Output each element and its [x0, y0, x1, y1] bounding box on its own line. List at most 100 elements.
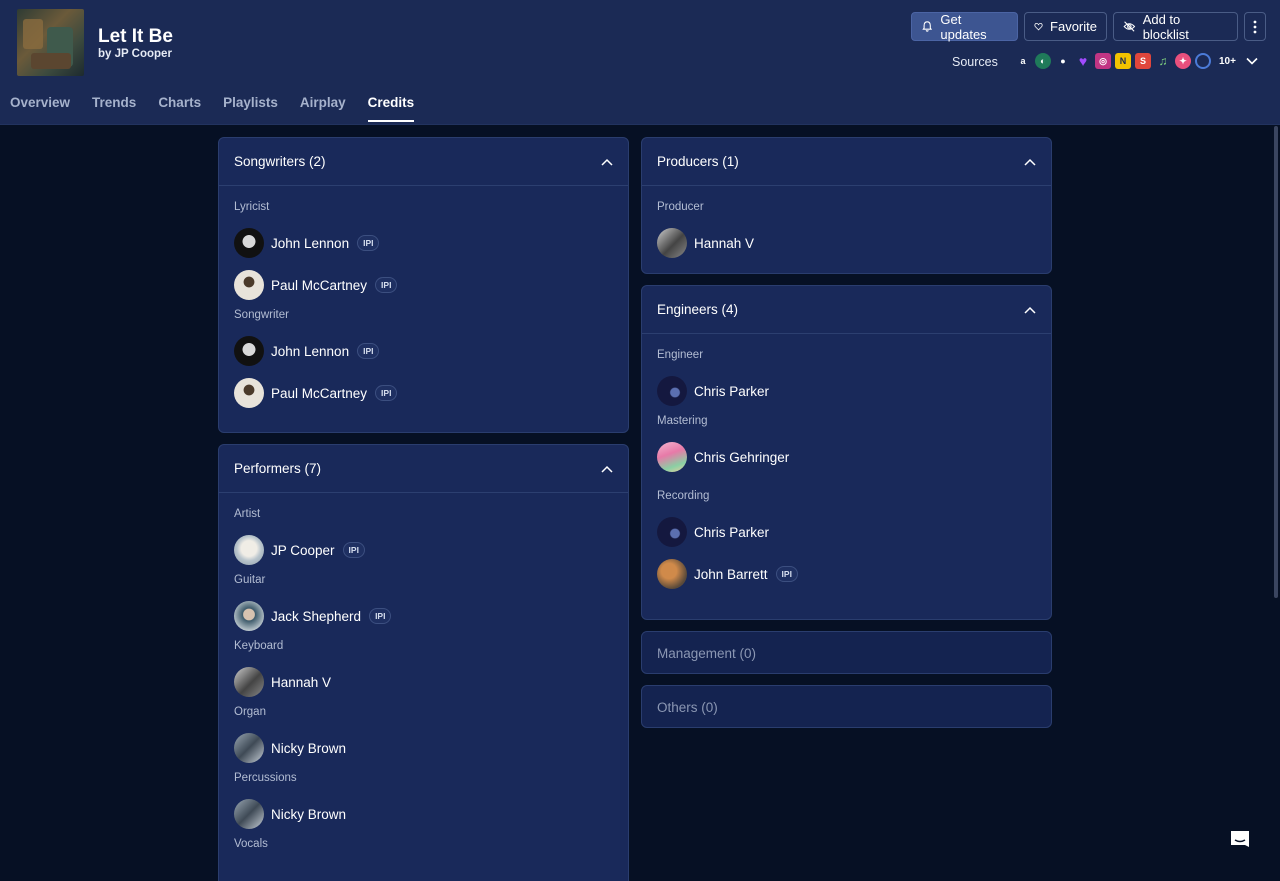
credit-person[interactable]: John Barrett IPI [657, 556, 1036, 592]
apple-music-icon[interactable]: ♫ [1155, 53, 1171, 69]
credit-person[interactable]: Chris Parker [657, 373, 1036, 409]
page-scrollbar[interactable] [1274, 126, 1278, 598]
avatar [657, 559, 687, 589]
producers-header[interactable]: Producers (1) [642, 138, 1051, 186]
songwriters-header[interactable]: Songwriters (2) [219, 138, 628, 186]
ipi-badge[interactable]: IPI [357, 235, 380, 251]
person-name[interactable]: John Lennon [271, 236, 349, 251]
person-name[interactable]: Paul McCartney [271, 278, 367, 293]
person-name[interactable]: John Lennon [271, 344, 349, 359]
role-label: Guitar [234, 574, 266, 586]
anghami-icon[interactable]: ◐ [1035, 53, 1051, 69]
person-name[interactable]: Hannah V [694, 236, 754, 251]
person-name[interactable]: Nicky Brown [271, 807, 346, 822]
tab-bar: Overview Trends Charts Playlists Airplay… [10, 95, 415, 122]
avatar [657, 442, 687, 472]
pandora-icon[interactable] [1195, 53, 1211, 69]
credit-person[interactable]: Nicky Brown [234, 730, 613, 766]
ipi-badge[interactable]: IPI [369, 608, 392, 624]
role-label: Songwriter [234, 309, 289, 321]
song-artist: by JP Cooper [98, 48, 172, 60]
ipi-badge[interactable]: IPI [775, 566, 798, 582]
producers-title: Producers (1) [657, 154, 739, 169]
ipi-badge[interactable]: IPI [357, 343, 380, 359]
chevron-down-icon[interactable] [1245, 55, 1259, 67]
engineers-title: Engineers (4) [657, 302, 739, 317]
person-name[interactable]: Hannah V [271, 675, 331, 690]
more-options-button[interactable] [1244, 12, 1266, 41]
credit-person[interactable]: Chris Gehringer [657, 439, 1036, 475]
credit-person[interactable]: Nicky Brown [234, 796, 613, 832]
role-label: Recording [657, 490, 710, 502]
avatar [234, 228, 264, 258]
credit-person[interactable]: John Lennon IPI [234, 225, 613, 261]
chevron-up-icon[interactable] [601, 465, 613, 473]
bell-icon [922, 21, 933, 32]
songwriters-card: Songwriters (2) Lyricist John Lennon IPI… [218, 137, 629, 433]
credit-person[interactable]: JP Cooper IPI [234, 532, 613, 568]
management-card[interactable]: Management (0) [641, 631, 1052, 674]
heart-icon [1034, 23, 1043, 31]
engineers-header[interactable]: Engineers (4) [642, 286, 1051, 334]
chevron-up-icon[interactable] [1024, 306, 1036, 314]
napster-icon[interactable]: N [1115, 53, 1131, 69]
management-header[interactable]: Management (0) [642, 632, 1051, 673]
tab-playlists[interactable]: Playlists [223, 95, 278, 122]
apple-icon[interactable]: ● [1055, 53, 1071, 69]
person-name[interactable]: Chris Parker [694, 384, 769, 399]
person-name[interactable]: JP Cooper [271, 543, 335, 558]
person-name[interactable]: Jack Shepherd [271, 609, 361, 624]
tab-credits[interactable]: Credits [367, 95, 415, 122]
credit-person[interactable]: John Lennon IPI [234, 333, 613, 369]
person-name[interactable]: Nicky Brown [271, 741, 346, 756]
credit-person[interactable]: Chris Parker [657, 514, 1036, 550]
tab-charts[interactable]: Charts [158, 95, 201, 122]
performers-card: Performers (7) Artist JP Cooper IPI Guit… [218, 444, 629, 881]
others-header[interactable]: Others (0) [642, 686, 1051, 727]
avatar [234, 733, 264, 763]
credit-person[interactable]: Jack Shepherd IPI [234, 598, 613, 634]
ipi-badge[interactable]: IPI [375, 385, 398, 401]
role-label: Engineer [657, 349, 704, 361]
tab-overview[interactable]: Overview [10, 95, 70, 122]
avatar [234, 667, 264, 697]
management-title: Management (0) [657, 645, 757, 661]
avatar [657, 228, 687, 258]
credit-person[interactable]: Hannah V [234, 664, 613, 700]
chevron-up-icon[interactable] [601, 158, 613, 166]
avatar [234, 799, 264, 829]
others-title: Others (0) [657, 699, 718, 715]
chat-icon[interactable] [1228, 828, 1252, 852]
shazam-icon[interactable]: S [1135, 53, 1151, 69]
person-name[interactable]: Chris Parker [694, 525, 769, 540]
performers-header[interactable]: Performers (7) [219, 445, 628, 493]
get-updates-label: Get updates [940, 11, 987, 42]
credit-person[interactable]: Paul McCartney IPI [234, 375, 613, 411]
favorite-label: Favorite [1050, 19, 1097, 34]
role-label: Artist [234, 508, 261, 520]
tab-trends[interactable]: Trends [92, 95, 136, 122]
deezer-icon[interactable]: ♥ [1075, 53, 1091, 69]
kebab-menu-icon [1253, 20, 1257, 33]
person-name[interactable]: John Barrett [694, 567, 768, 582]
ipi-badge[interactable]: IPI [375, 277, 398, 293]
credit-person[interactable]: Hannah V [657, 225, 1036, 261]
get-updates-button[interactable]: Get updates [911, 11, 1018, 42]
role-label: Percussions [234, 772, 297, 784]
ipi-badge[interactable]: IPI [342, 542, 365, 558]
itunes-icon[interactable]: ✦ [1175, 53, 1191, 69]
source-icons: a ◐ ● ♥ ◎ N S ♫ ✦ 10+ [1015, 53, 1236, 69]
add-to-blocklist-button[interactable]: Add to blocklist [1113, 12, 1238, 42]
others-card[interactable]: Others (0) [641, 685, 1052, 728]
credit-person[interactable]: Paul McCartney IPI [234, 267, 613, 303]
person-name[interactable]: Paul McCartney [271, 386, 367, 401]
chevron-up-icon[interactable] [1024, 158, 1036, 166]
tab-airplay[interactable]: Airplay [300, 95, 346, 122]
avatar [657, 517, 687, 547]
instagram-icon[interactable]: ◎ [1095, 53, 1111, 69]
person-name[interactable]: Chris Gehringer [694, 450, 789, 465]
more-sources-count[interactable]: 10+ [1219, 56, 1236, 67]
amazon-icon[interactable]: a [1015, 53, 1031, 69]
favorite-button[interactable]: Favorite [1024, 12, 1107, 41]
role-label: Producer [657, 201, 704, 213]
